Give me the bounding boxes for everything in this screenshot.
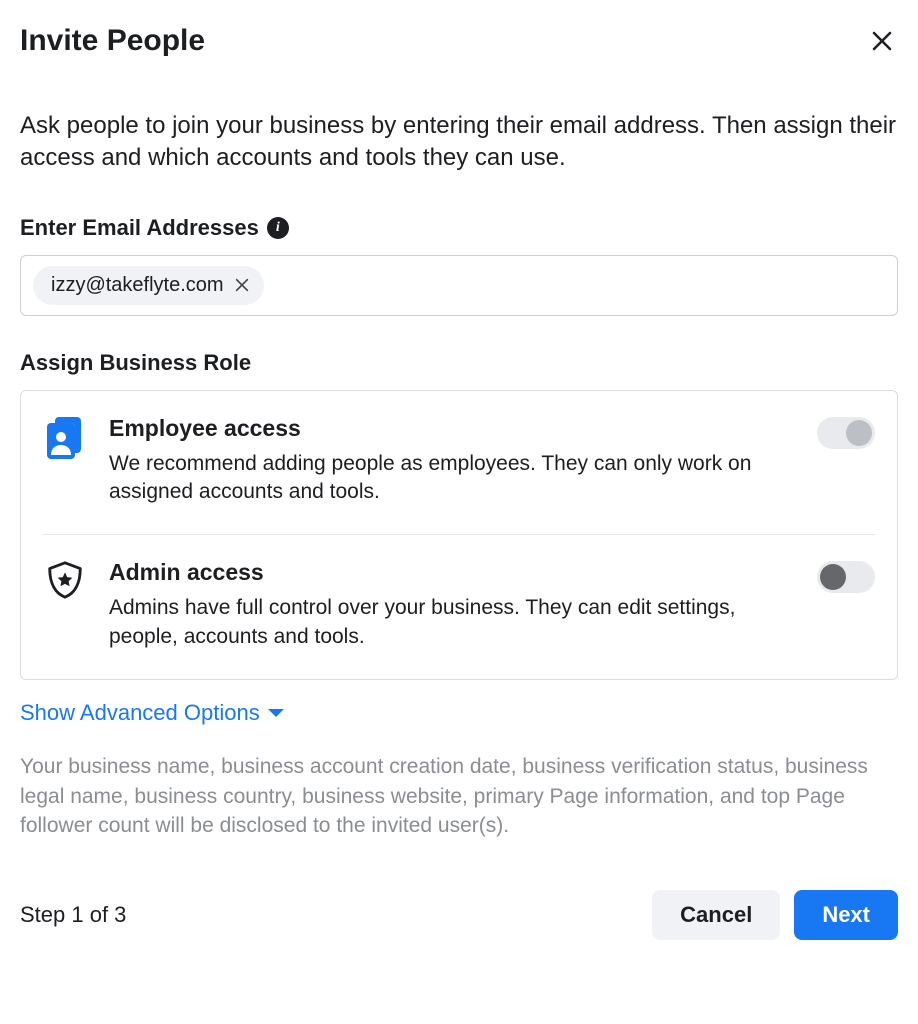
email-chip-text: izzy@takeflyte.com [51, 274, 224, 297]
email-section-label-text: Enter Email Addresses [20, 215, 259, 241]
role-admin-text: Admin access Admins have full control ov… [109, 559, 795, 651]
cancel-button[interactable]: Cancel [652, 890, 780, 940]
email-section-label: Enter Email Addresses i [20, 215, 898, 241]
role-admin-title: Admin access [109, 559, 775, 586]
toggle-knob [846, 420, 872, 446]
badge-icon [43, 415, 87, 459]
admin-access-toggle[interactable] [817, 561, 875, 593]
close-icon [234, 277, 250, 293]
role-options-box: Employee access We recommend adding peop… [20, 390, 898, 680]
disclosure-text: Your business name, business account cre… [20, 752, 898, 840]
chevron-down-icon [268, 707, 284, 719]
step-indicator: Step 1 of 3 [20, 902, 126, 928]
email-chip: izzy@takeflyte.com [33, 266, 264, 305]
show-advanced-options-link[interactable]: Show Advanced Options [20, 700, 284, 726]
role-admin-desc: Admins have full control over your busin… [109, 594, 775, 651]
next-button[interactable]: Next [794, 890, 898, 940]
modal-title: Invite People [20, 24, 205, 58]
role-employee-desc: We recommend adding people as employees.… [109, 450, 775, 507]
intro-text: Ask people to join your business by ente… [20, 110, 898, 175]
email-input[interactable]: izzy@takeflyte.com [20, 255, 898, 316]
modal-footer: Step 1 of 3 Cancel Next [20, 890, 898, 940]
employee-access-toggle[interactable] [817, 417, 875, 449]
footer-buttons: Cancel Next [652, 890, 898, 940]
toggle-knob [820, 564, 846, 590]
advanced-options-label: Show Advanced Options [20, 700, 260, 726]
shield-icon [43, 559, 87, 603]
close-button[interactable] [866, 25, 898, 57]
info-icon[interactable]: i [267, 217, 289, 239]
role-section-label: Assign Business Role [20, 350, 898, 376]
role-employee-title: Employee access [109, 415, 775, 442]
modal-header: Invite People [20, 24, 898, 58]
role-row-admin: Admin access Admins have full control ov… [21, 535, 897, 679]
close-icon [870, 29, 894, 53]
role-employee-text: Employee access We recommend adding peop… [109, 415, 795, 507]
role-row-employee: Employee access We recommend adding peop… [21, 391, 897, 535]
remove-email-button[interactable] [234, 277, 250, 293]
